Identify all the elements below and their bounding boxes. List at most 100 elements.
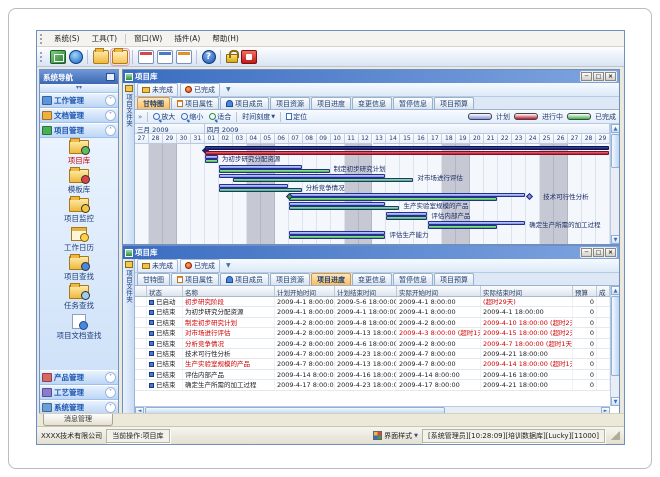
- folder-closed-icon[interactable]: [93, 50, 109, 64]
- message-management-tab[interactable]: 消息管理: [43, 414, 113, 426]
- gantt-tab-6[interactable]: 暂停信息: [393, 97, 433, 109]
- exit-icon[interactable]: [241, 50, 257, 64]
- table-folder-tab-1[interactable]: 已完成: [180, 259, 220, 273]
- menu-item-1[interactable]: 工具(T): [86, 32, 123, 45]
- gantt-tab-1[interactable]: 项目属性: [171, 97, 219, 109]
- sidebar-section-3[interactable]: 产品管理˅: [40, 370, 118, 385]
- table-tab-2[interactable]: 项目成员: [220, 273, 269, 285]
- scroll-down-button[interactable]: ▼: [611, 235, 619, 244]
- table-tab-5[interactable]: 变更信息: [352, 273, 392, 285]
- resize-grip[interactable]: [611, 431, 620, 440]
- zoom-out-button[interactable]: 缩小: [178, 112, 206, 122]
- sidebar-collapse-strip[interactable]: ▾▾: [40, 84, 118, 93]
- plan-bar[interactable]: [289, 231, 386, 235]
- column-header-7[interactable]: 预算: [573, 286, 597, 296]
- sidebar-item-1[interactable]: 模板库: [68, 169, 91, 195]
- menu-item-2[interactable]: 窗口(W): [128, 32, 168, 45]
- interface-style-selector[interactable]: 界面样式 ▼: [373, 431, 418, 441]
- maximize-button[interactable]: □: [593, 248, 604, 257]
- form-report-icon[interactable]: [138, 50, 154, 64]
- folder-open-icon[interactable]: [112, 50, 128, 64]
- gantt-vertical-scrollbar[interactable]: ▲ ▼: [610, 124, 619, 244]
- table-row[interactable]: 已结束分析竞争情况2009-4-2 8:00:002009-4-6 18:00:…: [135, 339, 619, 349]
- table-tab-3[interactable]: 项目资源: [270, 273, 310, 285]
- chevron-down-icon[interactable]: ˅: [105, 387, 116, 398]
- lock-icon[interactable]: [226, 54, 238, 63]
- sidebar-window-icon[interactable]: [106, 73, 115, 81]
- internet-icon[interactable]: [69, 50, 83, 64]
- actual-bar[interactable]: [289, 235, 386, 239]
- sidebar-item-4[interactable]: 项目查找: [64, 256, 94, 282]
- project-folder-side-tab[interactable]: 项目文件夹: [123, 83, 135, 244]
- actual-bar[interactable]: [233, 178, 414, 182]
- table-row[interactable]: 已结束制定初步研究计划2009-4-2 8:00:002009-4-8 18:0…: [135, 318, 619, 328]
- plan-bar[interactable]: [219, 184, 288, 188]
- column-header-0[interactable]: [135, 286, 147, 296]
- table-window-titlebar[interactable]: 项目库 ─ □ ×: [123, 246, 619, 259]
- actual-bar[interactable]: [219, 169, 330, 173]
- column-header-6[interactable]: 实际结束时间: [481, 286, 573, 296]
- table-tab-0[interactable]: 甘特图: [137, 273, 170, 285]
- chevron-down-icon[interactable]: ˅: [105, 95, 116, 106]
- menubar-grip[interactable]: [40, 34, 45, 44]
- table-row[interactable]: 已结束生产实验室规模的产品2009-4-7 8:00:002009-4-13 1…: [135, 359, 619, 369]
- column-header-5[interactable]: 实际开始时间: [397, 286, 481, 296]
- locate-button[interactable]: 定位: [283, 112, 310, 122]
- chevron-down-icon[interactable]: ˅: [105, 110, 116, 121]
- minimize-button[interactable]: ─: [581, 248, 592, 257]
- gantt-tab-4[interactable]: 项目进度: [311, 97, 351, 109]
- chevron-down-icon[interactable]: ˅: [105, 372, 116, 383]
- sidebar-section-0[interactable]: 工作管理˅: [40, 93, 118, 108]
- gantt-tab-7[interactable]: 项目预算: [434, 97, 474, 109]
- sidebar-section-4[interactable]: 工艺管理˅: [40, 385, 118, 400]
- gantt-tab-2[interactable]: 项目成员: [220, 97, 269, 109]
- table-folder-tab-0[interactable]: 未完成: [137, 259, 178, 273]
- sidebar-item-2[interactable]: 项目监控: [64, 198, 94, 224]
- scroll-up-button[interactable]: ▲: [611, 286, 619, 295]
- form-edit-icon[interactable]: [157, 50, 173, 64]
- zoom-in-button[interactable]: 放大: [150, 112, 178, 122]
- folder-tabs-overflow-icon[interactable]: ▼: [226, 262, 231, 269]
- table-row[interactable]: 已结束为初步研究分配资源2009-4-1 8:00:002009-4-1 18:…: [135, 307, 619, 317]
- time-scale-button[interactable]: 时间刻度▼: [239, 112, 278, 122]
- gantt-folder-tab-0[interactable]: 未完成: [137, 83, 178, 97]
- gantt-window-titlebar[interactable]: 项目库 ─ □ ×: [123, 70, 619, 83]
- table-row[interactable]: 已启动初步研究阶段2009-4-1 8:00:002009-5-6 18:00:…: [135, 297, 619, 307]
- table-row[interactable]: 已结束确定生产所需的加工过程2009-4-17 8:00:002009-4-23…: [135, 380, 619, 390]
- minimize-button[interactable]: ─: [581, 72, 592, 81]
- actual-bar[interactable]: [219, 188, 302, 192]
- column-header-4[interactable]: 计划结束时间: [335, 286, 397, 296]
- sidebar-section-1[interactable]: 文档管理˅: [40, 108, 118, 123]
- scroll-thumb[interactable]: [611, 134, 619, 168]
- table-row[interactable]: 已结束技术可行性分析2009-4-7 8:00:002009-4-23 18:0…: [135, 349, 619, 359]
- sidebar-item-3[interactable]: 工作日历: [64, 227, 94, 253]
- sidebar-item-5[interactable]: 任务查找: [64, 285, 94, 311]
- menu-item-3[interactable]: 插件(A): [168, 32, 206, 45]
- table-tab-7[interactable]: 项目预算: [434, 273, 474, 285]
- table-tab-6[interactable]: 暂停信息: [393, 273, 433, 285]
- folder-tabs-overflow-icon[interactable]: ▼: [226, 86, 231, 93]
- gantt-tab-5[interactable]: 变更信息: [352, 97, 392, 109]
- gantt-folder-tab-1[interactable]: 已完成: [180, 83, 220, 97]
- form-view-icon[interactable]: [176, 50, 192, 64]
- table-row[interactable]: 已结束对市场进行评估2009-4-2 8:00:002009-4-13 18:0…: [135, 328, 619, 338]
- actual-bar[interactable]: [289, 206, 400, 210]
- column-header-3[interactable]: 计划开始时间: [275, 286, 335, 296]
- chevron-down-icon[interactable]: ˅: [105, 402, 116, 413]
- scroll-up-button[interactable]: ▲: [611, 124, 619, 133]
- sidebar-item-6[interactable]: 项目文档查找: [57, 314, 102, 341]
- column-header-2[interactable]: 名称: [183, 286, 275, 296]
- table-tab-4[interactable]: 项目进度: [311, 273, 351, 285]
- menu-item-4[interactable]: 帮助(H): [206, 32, 245, 45]
- project-folder-side-tab[interactable]: 项目文件夹: [123, 259, 135, 415]
- modules-icon[interactable]: [50, 50, 66, 64]
- actual-bar[interactable]: [205, 159, 218, 163]
- table-vertical-scrollbar[interactable]: ▲ ▼: [610, 286, 619, 406]
- maximize-button[interactable]: □: [593, 72, 604, 81]
- table-tab-1[interactable]: 项目属性: [171, 273, 219, 285]
- summary-plan-bar[interactable]: [205, 146, 609, 150]
- menu-item-0[interactable]: 系统(S): [48, 32, 86, 45]
- close-button[interactable]: ×: [605, 248, 616, 257]
- gantt-tab-0[interactable]: 甘特图: [137, 97, 170, 109]
- actual-bar[interactable]: [386, 216, 427, 220]
